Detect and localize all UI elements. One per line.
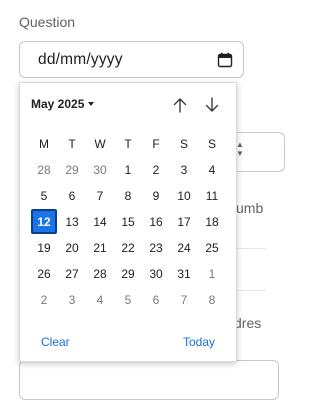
calendar-day[interactable]: 28 [86,261,114,287]
calendar-day[interactable]: 9 [142,183,170,209]
weekday-header: T [124,137,132,151]
calendar-day[interactable]: 4 [86,287,114,313]
calendar-day[interactable]: 27 [58,261,86,287]
calendar-day[interactable]: 4 [198,157,226,183]
caret-down-icon [88,102,95,106]
calendar-day[interactable]: 3 [58,287,86,313]
calendar-day[interactable]: 24 [170,235,198,261]
background-label-partial: umb [236,200,264,216]
arrow-up-icon [173,98,187,113]
weekday-header: T [68,137,76,151]
date-input-placeholder: dd/mm/yyyy [38,50,123,68]
month-year-label: May 2025 [31,97,85,111]
calendar-day[interactable]: 1 [198,261,226,287]
background-input-box [19,360,279,400]
calendar-day[interactable]: 7 [86,183,114,209]
calendar-day[interactable]: 11 [198,183,226,209]
calendar-day[interactable]: 2 [142,157,170,183]
calendar-day[interactable]: 6 [142,287,170,313]
calendar-day[interactable]: 8 [114,183,142,209]
clear-button[interactable]: Clear [41,335,70,349]
calendar-day[interactable]: 5 [114,287,142,313]
weekday-header: S [207,137,216,151]
weekday-header: F [152,137,160,151]
calendar-day[interactable]: 14 [86,209,114,235]
calendar-day[interactable]: 31 [170,261,198,287]
calendar-day[interactable]: 6 [58,183,86,209]
question-label: Question [19,14,76,30]
calendar-day[interactable]: 18 [198,209,226,235]
calendar-day[interactable]: 7 [170,287,198,313]
calendar-day[interactable]: 26 [30,261,58,287]
calendar-day[interactable]: 21 [86,235,114,261]
weekday-header: S [179,137,188,151]
calendar-day[interactable]: 30 [142,261,170,287]
calendar-icon[interactable] [217,52,233,68]
calendar-day[interactable]: 20 [58,235,86,261]
calendar-day[interactable]: 30 [86,157,114,183]
background-spinner: ▲ ▼ [236,140,244,158]
today-button[interactable]: Today [183,335,215,349]
calendar-grid: M T W T F S S 28 29 30 1 2 3 4 5 6 7 8 9 10 11 12 13 14 15 16 17 18… [30,131,226,313]
calendar-day[interactable]: 5 [30,183,58,209]
calendar-day[interactable]: 16 [142,209,170,235]
weekday-header: M [39,137,49,151]
month-year-selector[interactable]: May 2025 [31,97,95,111]
calendar-day[interactable]: 25 [198,235,226,261]
calendar-day[interactable]: 23 [142,235,170,261]
calendar-day[interactable]: 8 [198,287,226,313]
date-input[interactable]: dd/mm/yyyy [19,41,244,78]
calendar-day[interactable]: 28 [30,157,58,183]
background-label-partial: dres [234,315,262,331]
arrow-down-icon [205,97,219,112]
previous-month-button[interactable] [171,96,189,114]
date-picker-popup: May 2025 M T W T F S S 28 29 30 1 2 3 4 5 6 7 8 9 10 11 12 13 1… [19,82,237,362]
background-divider [236,290,266,291]
calendar-day[interactable]: 22 [114,235,142,261]
calendar-day[interactable]: 15 [114,209,142,235]
calendar-day[interactable]: 1 [114,157,142,183]
calendar-day[interactable]: 13 [58,209,86,235]
calendar-day-selected[interactable]: 12 [31,209,57,234]
background-divider [236,248,266,249]
calendar-day[interactable]: 29 [58,157,86,183]
weekday-header: W [94,137,106,151]
calendar-day[interactable]: 19 [30,235,58,261]
date-picker-header: May 2025 [20,83,236,125]
calendar-day[interactable]: 10 [170,183,198,209]
calendar-day[interactable]: 2 [30,287,58,313]
calendar-day[interactable]: 3 [170,157,198,183]
calendar-day[interactable]: 17 [170,209,198,235]
next-month-button[interactable] [203,96,221,114]
calendar-day[interactable]: 29 [114,261,142,287]
